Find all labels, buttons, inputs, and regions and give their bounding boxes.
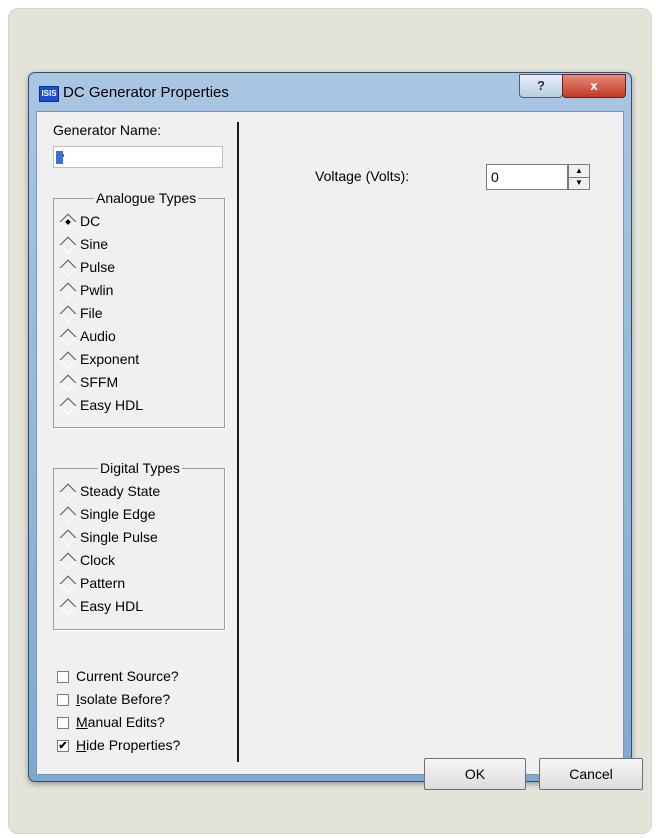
radio-label: Audio <box>80 328 116 344</box>
radio-label: Sine <box>80 236 109 252</box>
digital-types-legend: Digital Types <box>98 460 182 476</box>
radio-dot <box>59 529 77 547</box>
radio-analogue-audio[interactable]: Audio <box>54 328 254 348</box>
radio-dot <box>59 575 77 593</box>
checkbox-label: Manual Edits? <box>76 714 165 730</box>
radio-digital-pattern[interactable]: Pattern <box>54 575 254 595</box>
radio-analogue-easy-hdl[interactable]: Easy HDL <box>54 397 254 417</box>
checkbox-box <box>57 717 69 729</box>
radio-dot <box>59 282 77 300</box>
close-icon: x <box>590 78 598 93</box>
label-text: Current Source? <box>76 668 179 684</box>
app-icon: ISIS <box>39 86 59 102</box>
radio-analogue-exponent[interactable]: Exponent <box>54 351 254 371</box>
radio-label: Clock <box>80 552 116 568</box>
checkbox-box <box>57 671 69 683</box>
manual-edits-checkbox[interactable]: Manual Edits? <box>57 714 237 734</box>
radio-digital-steady-state[interactable]: Steady State <box>54 483 254 503</box>
radio-dot <box>59 328 77 346</box>
radio-label: Exponent <box>80 351 140 367</box>
hide-properties-checkbox[interactable]: ✔ Hide Properties? <box>57 737 237 757</box>
dialog-title: DC Generator Properties <box>63 84 229 101</box>
checkbox-label: Hide Properties? <box>76 737 180 753</box>
label-text: anual Edits? <box>87 714 165 730</box>
radio-dot <box>59 483 77 501</box>
mnemonic: M <box>76 714 88 730</box>
radio-dot <box>59 374 77 392</box>
radio-analogue-sffm[interactable]: SFFM <box>54 374 254 394</box>
label-text: ide Properties? <box>86 737 181 753</box>
radio-analogue-dc[interactable]: DC <box>54 213 254 233</box>
dialog-window: ISIS DC Generator Properties ? x Generat… <box>28 72 643 790</box>
radio-digital-single-edge[interactable]: Single Edge <box>54 506 254 526</box>
title-bar[interactable]: ISIS DC Generator Properties ? x <box>29 73 631 111</box>
analogue-types-legend: Analogue Types <box>94 190 199 206</box>
radio-dot <box>59 236 77 254</box>
dialog-client-area: Generator Name: Analogue Types DC Sine P… <box>36 111 643 790</box>
current-source-checkbox[interactable]: Current Source? <box>57 668 237 688</box>
panel-divider <box>237 122 239 762</box>
spin-down-arrow-icon[interactable]: ▼ <box>569 177 589 189</box>
text-selection-highlight <box>56 151 63 164</box>
radio-dot <box>59 259 77 277</box>
checkbox-label: Current Source? <box>76 668 179 684</box>
checkbox-box <box>57 694 69 706</box>
radio-digital-clock[interactable]: Clock <box>54 552 254 572</box>
radio-label: Easy HDL <box>80 397 144 413</box>
radio-dot <box>59 351 77 369</box>
radio-analogue-sine[interactable]: Sine <box>54 236 254 256</box>
digital-types-group: Digital Types Steady State Single Edge S… <box>53 460 225 630</box>
analogue-types-group: Analogue Types DC Sine Pulse Pwlin File … <box>53 190 225 428</box>
radio-dot <box>59 598 77 616</box>
radio-label: File <box>80 305 103 321</box>
radio-label: Pulse <box>80 259 116 275</box>
mnemonic: H <box>76 737 87 753</box>
checkmark-icon: ✔ <box>57 740 69 752</box>
radio-digital-single-pulse[interactable]: Single Pulse <box>54 529 254 549</box>
radio-label: Single Pulse <box>80 529 158 545</box>
isolate-before-checkbox[interactable]: Isolate Before? <box>57 691 237 711</box>
radio-dot <box>59 506 77 524</box>
radio-label: Easy HDL <box>80 598 144 614</box>
radio-dot <box>59 305 77 323</box>
help-button[interactable]: ? <box>519 74 563 98</box>
label-text: solate Before? <box>79 691 171 707</box>
radio-digital-easy-hdl[interactable]: Easy HDL <box>54 598 254 618</box>
radio-analogue-file[interactable]: File <box>54 305 254 325</box>
radio-label: Pwlin <box>80 282 114 298</box>
radio-analogue-pwlin[interactable]: Pwlin <box>54 282 254 302</box>
radio-label: SFFM <box>80 374 119 390</box>
checkbox-label: Isolate Before? <box>76 691 170 707</box>
generator-name-input[interactable] <box>53 146 223 168</box>
radio-dot <box>59 552 77 570</box>
radio-label: Pattern <box>80 575 126 591</box>
voltage-spinner[interactable]: ▲ ▼ <box>568 164 590 190</box>
radio-dot <box>59 397 77 415</box>
radio-label: Single Edge <box>80 506 156 522</box>
radio-label: DC <box>80 213 101 229</box>
ok-button[interactable]: OK <box>424 758 526 790</box>
radio-dot <box>59 213 77 231</box>
voltage-label: Voltage (Volts): <box>315 168 410 184</box>
left-panel: Generator Name: Analogue Types DC Sine P… <box>37 112 237 774</box>
close-button[interactable]: x <box>562 74 626 98</box>
radio-analogue-pulse[interactable]: Pulse <box>54 259 254 279</box>
cancel-button[interactable]: Cancel <box>539 758 643 790</box>
radio-label: Steady State <box>80 483 161 499</box>
generator-name-label: Generator Name: <box>53 122 162 138</box>
help-icon: ? <box>537 78 545 93</box>
voltage-input[interactable] <box>486 164 568 190</box>
